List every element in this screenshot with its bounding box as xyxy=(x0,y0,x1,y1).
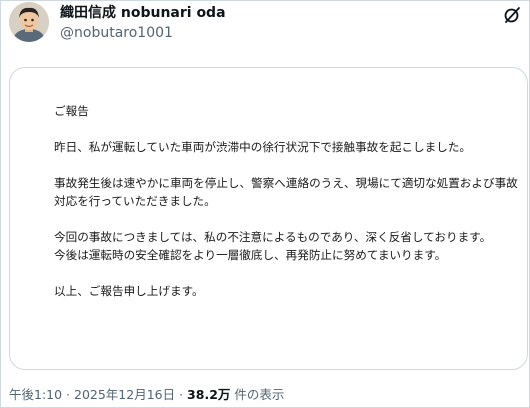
grok-slash-icon[interactable] xyxy=(503,6,521,24)
display-name[interactable]: 織田信成 nobunari oda xyxy=(60,4,226,22)
statement-gap xyxy=(54,264,524,282)
user-handle[interactable]: @nobutaro1001 xyxy=(60,24,173,42)
avatar[interactable] xyxy=(9,2,49,42)
statement-line: 対応を行っていただきました。 xyxy=(54,194,216,208)
statement-line: 今回の事故につきましては、私の不注意によるものであり、深く反省しております。 xyxy=(54,230,492,244)
avatar-image xyxy=(9,2,49,42)
post-meta: 午後1:10 · 2025年12月16日 · 38.2万 件の表示 xyxy=(9,386,284,404)
statement-gap xyxy=(54,210,524,228)
statement-line: 以上、ご報告申し上げます。 xyxy=(54,284,204,298)
post-date[interactable]: 2025年12月16日 xyxy=(74,387,175,402)
statement-line: 事故発生後は速やかに車両を停止し、警察へ連絡のうえ、現場にて適切な処置および事故 xyxy=(54,176,518,190)
meta-separator: · xyxy=(175,387,188,402)
view-label: 件の表示 xyxy=(230,387,285,402)
statement-title: ご報告 xyxy=(54,104,89,118)
statement-text: ご報告 昨日、私が運転していた車両が渋滞中の徐行状況下で接触事故を起こしました。… xyxy=(54,102,524,300)
view-count: 38.2万 xyxy=(187,387,231,402)
statement-line: 今後は運転時の安全確認をより一層徹底し、再発防止に努めてまいります。 xyxy=(54,248,447,262)
meta-separator: · xyxy=(62,387,74,402)
attached-image[interactable]: ご報告 昨日、私が運転していた車両が渋滞中の徐行状況下で接触事故を起こしました。… xyxy=(9,67,528,370)
statement-line: 昨日、私が運転していた車両が渋滞中の徐行状況下で接触事故を起こしました。 xyxy=(54,140,472,154)
post-time[interactable]: 午後1:10 xyxy=(9,387,62,402)
statement-gap xyxy=(54,120,524,138)
statement-gap xyxy=(54,156,524,174)
